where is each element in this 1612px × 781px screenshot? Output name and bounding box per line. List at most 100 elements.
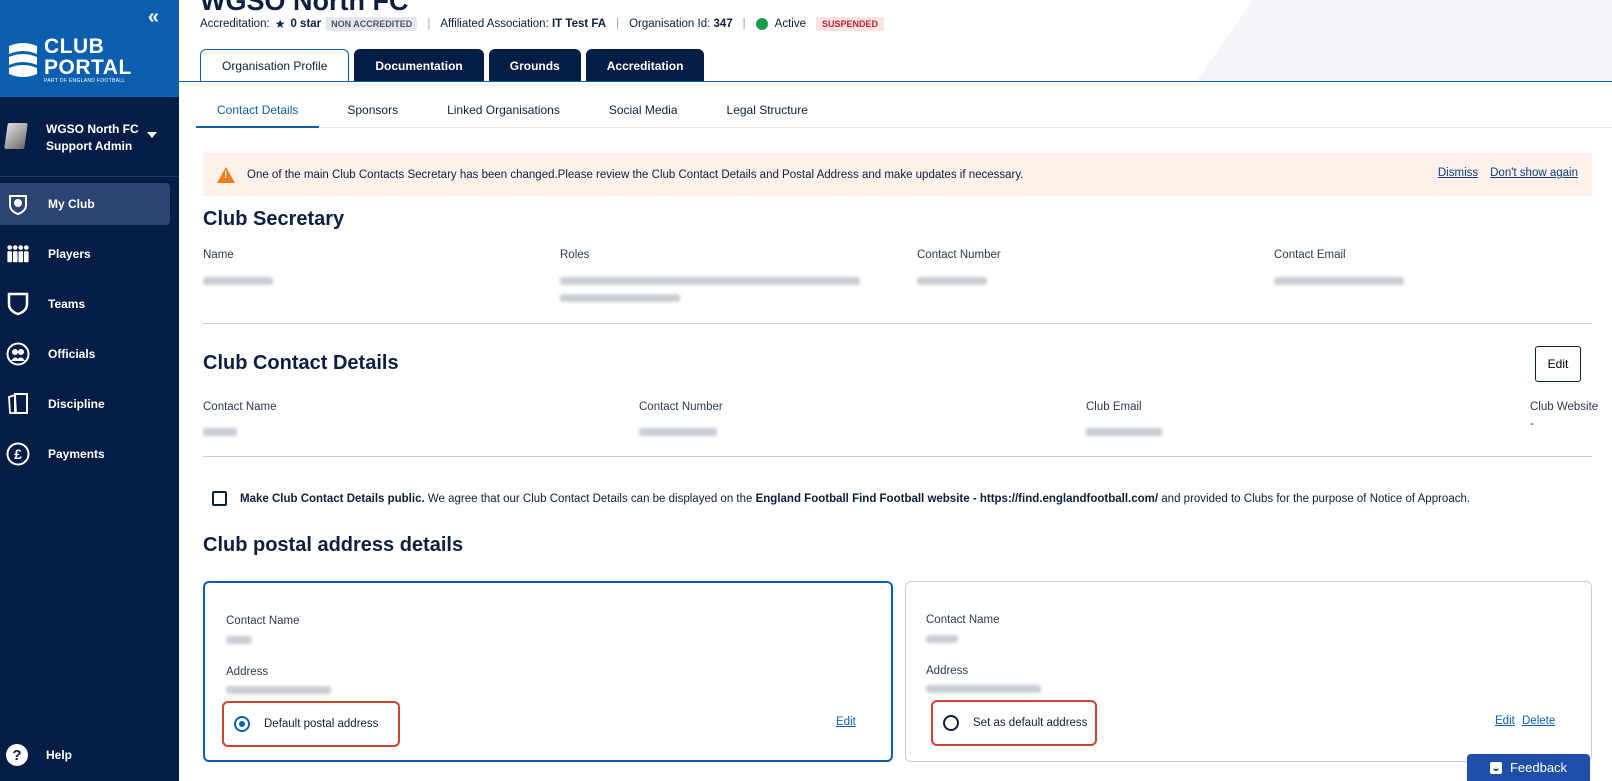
feedback-button[interactable]: Feedback	[1467, 754, 1590, 781]
dismiss-link[interactable]: Dismiss	[1438, 167, 1478, 179]
tab-legal-structure[interactable]: Legal Structure	[706, 93, 829, 128]
account-switcher[interactable]: WGSO North FC Support Admin	[0, 97, 179, 177]
contact-change-alert: One of the main Club Contacts Secretary …	[203, 153, 1592, 196]
officials-icon	[6, 342, 30, 366]
redacted-card-contact-name	[926, 635, 958, 643]
sidebar-item-officials[interactable]: Officials	[0, 333, 179, 375]
tab-linked-organisations[interactable]: Linked Organisations	[426, 93, 581, 128]
tab-grounds[interactable]: Grounds	[488, 49, 581, 82]
edit-contact-details-button[interactable]: Edit	[1535, 346, 1581, 382]
edit-address-link[interactable]: Edit	[1495, 715, 1515, 727]
redacted-card-address	[226, 686, 331, 694]
tab-organisation-profile[interactable]: Organisation Profile	[200, 49, 350, 82]
tab-accreditation[interactable]: Accreditation	[585, 49, 705, 82]
logo-tagline: PART OF ENGLAND FOOTBALL	[44, 78, 126, 84]
consent-bold-text: Make Club Contact Details public.	[240, 492, 425, 505]
secretary-roles-label: Roles	[560, 249, 590, 261]
club-contact-details-heading: Club Contact Details	[203, 352, 399, 374]
radio-selected-icon[interactable]	[234, 716, 250, 732]
contact-name-label: Contact Name	[203, 401, 277, 413]
sidebar-item-label: Teams	[48, 297, 86, 311]
lions-crest-icon	[9, 43, 37, 77]
redacted-secretary-email	[1274, 277, 1404, 285]
secretary-contact-number-label: Contact Number	[917, 249, 1001, 261]
svg-text:£: £	[14, 446, 22, 462]
edit-address-link[interactable]: Edit	[836, 716, 856, 728]
card-address-label: Address	[926, 665, 969, 677]
pound-icon: £	[6, 442, 30, 466]
dont-show-again-link[interactable]: Don't show again	[1490, 167, 1578, 179]
logo-line-2: PORTAL	[44, 56, 132, 79]
accreditation-label: Accreditation:	[200, 18, 270, 30]
main-tabs: Organisation Profile Documentation Groun…	[200, 49, 709, 82]
team-shield-icon	[6, 292, 30, 316]
org-id-value: 347	[713, 18, 733, 30]
postal-address-heading: Club postal address details	[203, 534, 464, 556]
help-label: Help	[46, 748, 73, 762]
card-icon	[6, 392, 30, 416]
public-consent-row: Make Club Contact Details public. We agr…	[212, 491, 1470, 506]
tab-documentation[interactable]: Documentation	[354, 49, 484, 82]
collapse-sidebar-icon[interactable]: «	[148, 6, 159, 29]
sidebar-item-label: My Club	[48, 197, 95, 211]
divider: |	[742, 18, 746, 30]
redacted-card-contact-name	[226, 636, 252, 644]
divider: |	[427, 18, 431, 30]
star-icon: ★	[274, 17, 286, 31]
sidebar-item-players[interactable]: Players	[0, 233, 179, 275]
sidebar-nav: My Club Players Teams Officials Discipli…	[0, 183, 179, 483]
tab-social-media[interactable]: Social Media	[588, 93, 699, 128]
redacted-card-address	[926, 685, 1041, 693]
club-email-label: Club Email	[1086, 401, 1142, 413]
contact-number-label: Contact Number	[639, 401, 723, 413]
brand-area: « CLUB PORTAL PART OF ENGLAND FOOTBALL	[0, 0, 179, 97]
tab-sponsors[interactable]: Sponsors	[326, 93, 419, 128]
sidebar-item-teams[interactable]: Teams	[0, 283, 179, 325]
sidebar-item-payments[interactable]: £ Payments	[0, 433, 179, 475]
suspended-badge: SUSPENDED	[816, 17, 885, 31]
set-default-address-label: Set as default address	[973, 717, 1088, 729]
org-id-label: Organisation Id:	[629, 18, 711, 30]
divider: |	[616, 18, 620, 30]
help-link[interactable]: ? Help	[6, 744, 72, 766]
feedback-icon	[1489, 761, 1502, 774]
consent-website-text: England Football Find Football website -…	[755, 492, 1159, 505]
radio-unselected-icon[interactable]	[943, 715, 959, 731]
sidebar-item-label: Payments	[48, 447, 105, 461]
section-divider	[203, 323, 1592, 324]
set-default-address-option[interactable]: Set as default address	[931, 700, 1097, 746]
sidebar-item-discipline[interactable]: Discipline	[0, 383, 179, 425]
section-divider	[203, 456, 1592, 457]
redacted-secretary-name	[203, 277, 273, 285]
card-address-label: Address	[226, 666, 269, 678]
sidebar: « CLUB PORTAL PART OF ENGLAND FOOTBALL W…	[0, 0, 179, 781]
header-background-decoration	[1179, 0, 1612, 81]
default-postal-address-option[interactable]: Default postal address	[222, 701, 400, 747]
main-content: WGSO North FC Accreditation: ★ 0 star NO…	[179, 0, 1612, 781]
tab-contact-details[interactable]: Contact Details	[196, 93, 320, 128]
postal-address-card-default[interactable]: Contact Name Address Default postal addr…	[203, 581, 893, 762]
logo-line-1: CLUB	[44, 35, 105, 58]
shield-badge-icon	[6, 192, 30, 216]
sidebar-item-my-club[interactable]: My Club	[0, 183, 170, 225]
tabs-divider	[179, 81, 1612, 82]
redacted-club-email	[1086, 428, 1162, 436]
affiliated-label: Affiliated Association:	[440, 18, 549, 30]
delete-address-link[interactable]: Delete	[1522, 715, 1555, 727]
redacted-secretary-roles	[560, 277, 860, 285]
redacted-secretary-number	[917, 277, 987, 285]
postal-address-card-alternate[interactable]: Contact Name Address Set as default addr…	[905, 581, 1592, 762]
public-consent-checkbox[interactable]	[212, 491, 227, 506]
alert-message: One of the main Club Contacts Secretary …	[247, 168, 1024, 181]
sidebar-item-label: Players	[48, 247, 91, 261]
chevron-down-icon[interactable]	[147, 132, 157, 138]
page-title: WGSO North FC	[200, 0, 409, 16]
consent-text-end: and provided to Clubs for the purpose of…	[1158, 492, 1471, 505]
default-postal-address-label: Default postal address	[264, 718, 379, 730]
consent-text: We agree that our Club Contact Details c…	[424, 492, 756, 505]
account-club-name: WGSO North FC	[46, 122, 139, 136]
club-portal-logo[interactable]: CLUB PORTAL PART OF ENGLAND FOOTBALL	[6, 36, 132, 84]
help-icon: ?	[6, 744, 28, 766]
affiliated-value: IT Test FA	[551, 18, 607, 30]
organisation-meta: Accreditation: ★ 0 star NON ACCREDITED |…	[200, 17, 885, 31]
